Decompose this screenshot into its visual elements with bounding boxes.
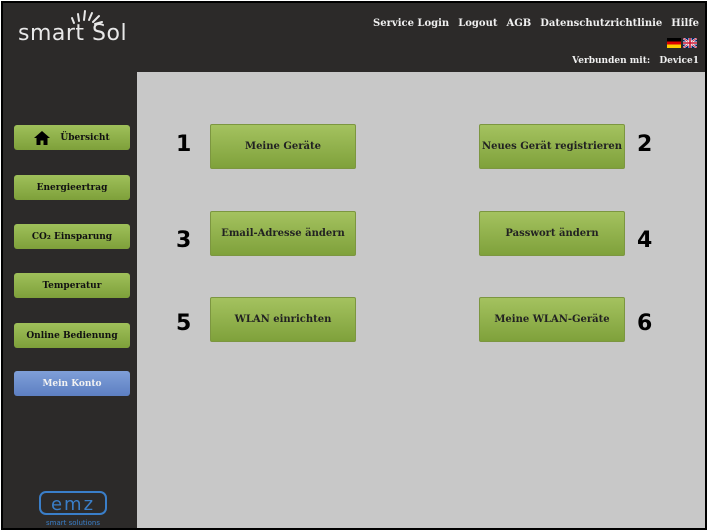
german-flag-icon[interactable] <box>667 38 681 48</box>
emz-logo: emz smart solutions <box>38 490 108 528</box>
header: smart Sol Service Login Logout AGB Daten… <box>3 3 705 72</box>
button-label: Meine WLAN-Geräte <box>494 314 610 325</box>
sidebar-item-co2[interactable]: CO₂ Einsparung <box>14 224 130 249</box>
button-label: Email-Adresse ändern <box>221 228 345 239</box>
step-number: 3 <box>176 228 192 253</box>
language-switcher <box>667 38 697 48</box>
emz-tagline: smart solutions <box>46 519 100 527</box>
step-number: 1 <box>176 132 192 157</box>
sidebar-item-label: Mein Konto <box>42 378 102 389</box>
privacy-link[interactable]: Datenschutzrichtlinie <box>540 18 662 29</box>
device-name: Device1 <box>659 56 699 66</box>
button-label: WLAN einrichten <box>234 314 332 325</box>
button-label: Passwort ändern <box>505 228 599 239</box>
agb-link[interactable]: AGB <box>506 18 531 29</box>
logout-link[interactable]: Logout <box>458 18 497 29</box>
smartsol-logo[interactable]: smart Sol <box>18 10 127 46</box>
change-email-button[interactable]: Email-Adresse ändern <box>210 211 356 256</box>
top-nav: Service Login Logout AGB Datenschutzrich… <box>373 18 699 29</box>
register-device-button[interactable]: Neues Gerät registrieren <box>479 124 625 169</box>
service-login-link[interactable]: Service Login <box>373 18 449 29</box>
button-label: Meine Geräte <box>245 141 321 152</box>
change-password-button[interactable]: Passwort ändern <box>479 211 625 256</box>
sidebar-item-online-control[interactable]: Online Bedienung <box>14 323 130 348</box>
sun-rays-icon <box>71 10 103 25</box>
help-link[interactable]: Hilfe <box>671 18 699 29</box>
sidebar-item-label: CO₂ Einsparung <box>31 231 113 242</box>
button-label: Neues Gerät registrieren <box>482 141 622 152</box>
app-window: smart Sol Service Login Logout AGB Daten… <box>1 1 707 530</box>
uk-flag-icon[interactable] <box>683 38 697 48</box>
my-wlan-devices-button[interactable]: Meine WLAN-Geräte <box>479 297 625 342</box>
emz-logo-text: emz <box>51 494 95 515</box>
sidebar-item-label: Online Bedienung <box>26 330 118 341</box>
sidebar-item-overview[interactable]: Übersicht <box>14 125 130 150</box>
sidebar-item-label: Temperatur <box>42 280 102 291</box>
sidebar: Übersicht Energieertrag CO₂ Einsparung T… <box>3 72 137 528</box>
connection-status: Verbunden mit: Device1 <box>572 56 699 66</box>
my-devices-button[interactable]: Meine Geräte <box>210 124 356 169</box>
sidebar-item-account[interactable]: Mein Konto <box>14 371 130 396</box>
step-number: 5 <box>176 311 192 336</box>
step-number: 6 <box>637 311 653 336</box>
sidebar-item-label: Energieertrag <box>36 182 108 193</box>
step-number: 2 <box>637 132 653 157</box>
home-icon <box>34 130 51 145</box>
setup-wlan-button[interactable]: WLAN einrichten <box>210 297 356 342</box>
connected-label: Verbunden mit: <box>572 56 651 66</box>
sidebar-item-energy[interactable]: Energieertrag <box>14 175 130 200</box>
sidebar-item-label: Übersicht <box>60 132 110 143</box>
sidebar-item-temperature[interactable]: Temperatur <box>14 273 130 298</box>
step-number: 4 <box>637 228 653 253</box>
